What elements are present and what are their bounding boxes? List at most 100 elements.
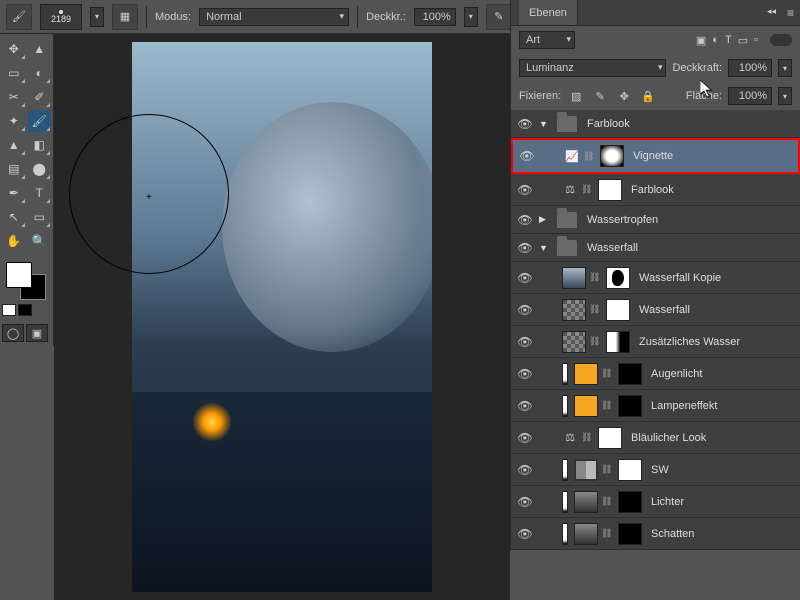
layer-name[interactable]: Vignette bbox=[633, 150, 673, 162]
layer-row[interactable]: 👁▶ Wassertropfen bbox=[511, 206, 800, 234]
layer-row[interactable]: 👁⚖⛓Farblook bbox=[511, 174, 800, 206]
visibility-toggle-icon[interactable]: 👁 bbox=[511, 271, 539, 285]
filter-pixel-icon[interactable]: ▣ bbox=[696, 34, 706, 47]
brush-tool[interactable]: 🖌 bbox=[28, 110, 52, 132]
visibility-toggle-icon[interactable]: 👁 bbox=[511, 117, 539, 131]
link-mask-icon[interactable]: ⛓ bbox=[601, 528, 615, 539]
layer-opacity-field[interactable]: 100% bbox=[728, 59, 772, 77]
layer-name[interactable]: Wasserfall bbox=[639, 304, 690, 316]
layer-fill-chevron[interactable]: ▾ bbox=[778, 87, 792, 105]
link-mask-icon[interactable]: ⛓ bbox=[601, 400, 615, 411]
opacity-field[interactable]: 100% bbox=[414, 8, 456, 26]
eraser-tool[interactable]: ◧ bbox=[28, 134, 52, 156]
layer-thumbnail[interactable] bbox=[562, 299, 586, 321]
layer-mask-thumbnail[interactable] bbox=[618, 363, 642, 385]
layer-mask-thumbnail[interactable] bbox=[600, 145, 624, 167]
hand-tool[interactable]: ✋ bbox=[2, 230, 26, 252]
document-canvas[interactable] bbox=[132, 42, 432, 592]
lasso-tool[interactable]: ◐ bbox=[28, 62, 52, 84]
layer-mask-thumbnail[interactable] bbox=[606, 299, 630, 321]
layer-row[interactable]: 👁⛓Lichter bbox=[511, 486, 800, 518]
panel-menu-icon[interactable]: ≡ bbox=[787, 6, 794, 20]
layer-thumbnail[interactable] bbox=[562, 267, 586, 289]
visibility-toggle-icon[interactable]: 👁 bbox=[511, 241, 539, 255]
layer-mask-thumbnail[interactable] bbox=[598, 427, 622, 449]
layer-name[interactable]: Bläulicher Look bbox=[631, 432, 706, 444]
gradient-tool[interactable]: ▤ bbox=[2, 158, 26, 180]
layer-thumbnail[interactable] bbox=[574, 363, 598, 385]
disclosure-triangle-icon[interactable]: ▶ bbox=[539, 214, 553, 225]
link-mask-icon[interactable]: ⛓ bbox=[589, 304, 603, 315]
layer-row[interactable]: 👁▼ Farblook bbox=[511, 110, 800, 138]
quickmask-toggle[interactable]: ◯ bbox=[2, 324, 24, 342]
layer-name[interactable]: Lichter bbox=[651, 496, 684, 508]
link-mask-icon[interactable]: ⛓ bbox=[589, 336, 603, 347]
healing-brush-tool[interactable]: ✦ bbox=[2, 110, 26, 132]
link-mask-icon[interactable]: ⛓ bbox=[601, 368, 615, 379]
layer-name[interactable]: Schatten bbox=[651, 528, 694, 540]
foreground-color[interactable] bbox=[6, 262, 32, 288]
layer-row[interactable]: 👁⛓Wasserfall Kopie bbox=[511, 262, 800, 294]
color-swatches[interactable] bbox=[2, 260, 50, 300]
layer-row[interactable]: 👁▼ Wasserfall bbox=[511, 234, 800, 262]
link-mask-icon[interactable]: ⛓ bbox=[581, 184, 595, 195]
mini-swatch-a[interactable] bbox=[2, 304, 16, 316]
opacity-chevron[interactable]: ▾ bbox=[464, 7, 478, 27]
layer-name[interactable]: Farblook bbox=[587, 118, 630, 130]
layer-name[interactable]: Augenlicht bbox=[651, 368, 702, 380]
layer-mask-thumbnail[interactable] bbox=[618, 491, 642, 513]
mini-swatch-b[interactable] bbox=[18, 304, 32, 316]
layer-name[interactable]: Wassertropfen bbox=[587, 214, 658, 226]
layer-row[interactable]: 👁 ⛓ Schatten bbox=[511, 518, 800, 550]
layer-name[interactable]: Lampeneffekt bbox=[651, 400, 717, 412]
visibility-toggle-icon[interactable]: 👁 bbox=[513, 149, 541, 163]
path-selection-tool[interactable]: ▲ bbox=[28, 38, 52, 60]
visibility-toggle-icon[interactable]: 👁 bbox=[511, 431, 539, 445]
brush-preset-picker[interactable]: 2189 bbox=[40, 4, 82, 30]
visibility-toggle-icon[interactable]: 👁 bbox=[511, 213, 539, 227]
layer-fill-field[interactable]: 100% bbox=[728, 87, 772, 105]
link-mask-icon[interactable]: ⛓ bbox=[581, 432, 595, 443]
panel-collapse-icon[interactable]: ◂◂ bbox=[767, 6, 776, 17]
layer-name[interactable]: SW bbox=[651, 464, 669, 476]
layer-blend-mode-dropdown[interactable]: Luminanz bbox=[519, 59, 666, 77]
visibility-toggle-icon[interactable]: 👁 bbox=[511, 527, 539, 541]
clone-stamp-tool[interactable]: ▲ bbox=[2, 134, 26, 156]
layer-mask-thumbnail[interactable] bbox=[618, 395, 642, 417]
tab-layers[interactable]: Ebenen bbox=[519, 0, 578, 25]
filter-toggle-switch[interactable] bbox=[770, 34, 792, 46]
lock-pixels-icon[interactable]: ✎ bbox=[591, 88, 609, 104]
direct-selection-tool[interactable]: ↖ bbox=[2, 206, 26, 228]
layer-row[interactable]: 👁⚖⛓Bläulicher Look bbox=[511, 422, 800, 454]
layer-mask-thumbnail[interactable] bbox=[606, 331, 630, 353]
visibility-toggle-icon[interactable]: 👁 bbox=[511, 367, 539, 381]
layer-mask-thumbnail[interactable] bbox=[618, 523, 642, 545]
layer-name[interactable]: Wasserfall Kopie bbox=[639, 272, 721, 284]
layer-thumbnail[interactable] bbox=[574, 491, 598, 513]
filter-smart-icon[interactable]: ▫ bbox=[754, 34, 758, 46]
type-tool[interactable]: T bbox=[28, 182, 52, 204]
layer-thumbnail[interactable] bbox=[562, 331, 586, 353]
lock-transparency-icon[interactable]: ▨ bbox=[567, 88, 585, 104]
visibility-toggle-icon[interactable]: 👁 bbox=[511, 495, 539, 509]
blur-tool[interactable]: ⬤ bbox=[28, 158, 52, 180]
layer-mask-thumbnail[interactable] bbox=[598, 179, 622, 201]
layer-row[interactable]: 👁 ⛓ Augenlicht bbox=[511, 358, 800, 390]
layer-name[interactable]: Zusätzliches Wasser bbox=[639, 336, 740, 348]
tool-preset-icon[interactable]: 🖌 bbox=[6, 4, 32, 30]
disclosure-triangle-icon[interactable]: ▼ bbox=[539, 119, 553, 129]
shape-tool[interactable]: ▭ bbox=[28, 206, 52, 228]
disclosure-triangle-icon[interactable]: ▼ bbox=[539, 243, 553, 253]
brush-panel-toggle-icon[interactable]: ▦ bbox=[112, 4, 138, 30]
lock-position-icon[interactable]: ✥ bbox=[615, 88, 633, 104]
layer-row[interactable]: 👁⛓Lampeneffekt bbox=[511, 390, 800, 422]
filter-shape-icon[interactable]: ▭ bbox=[738, 34, 748, 47]
layer-thumbnail[interactable] bbox=[574, 523, 598, 545]
layer-mask-thumbnail[interactable] bbox=[606, 267, 630, 289]
zoom-tool[interactable]: 🔍 bbox=[28, 230, 52, 252]
lock-all-icon[interactable]: 🔒 bbox=[639, 88, 657, 104]
layer-row[interactable]: 👁📈⛓Vignette bbox=[511, 138, 800, 174]
visibility-toggle-icon[interactable]: 👁 bbox=[511, 463, 539, 477]
layer-name[interactable]: Wasserfall bbox=[587, 242, 638, 254]
layer-row[interactable]: 👁⛓Zusätzliches Wasser bbox=[511, 326, 800, 358]
